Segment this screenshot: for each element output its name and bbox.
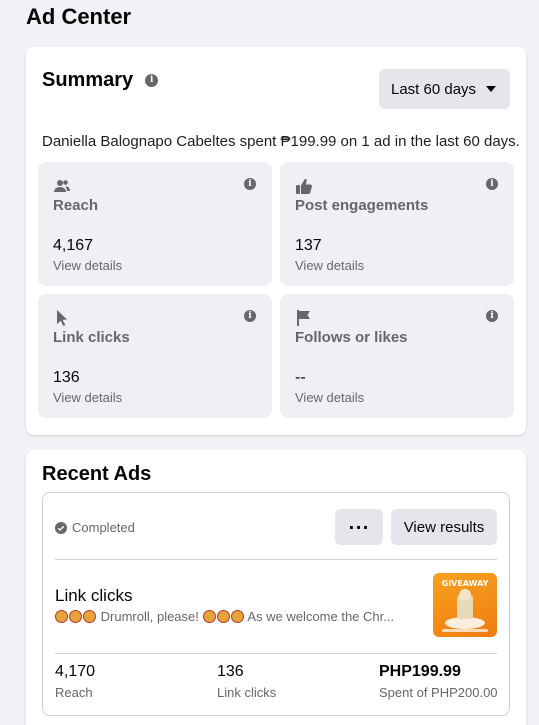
date-range-label: Last 60 days xyxy=(391,80,477,98)
tile-reach[interactable]: i Reach 4,167 View details xyxy=(38,162,272,286)
metric-value: 136 xyxy=(217,663,244,680)
summary-header: Summary i xyxy=(42,69,159,92)
summary-title: Summary xyxy=(42,69,134,91)
metric-label: Link clicks xyxy=(217,685,277,700)
page-title: Ad Center xyxy=(26,4,132,29)
status-label: Completed xyxy=(72,520,135,535)
metric-value: PHP199.99 xyxy=(379,663,461,680)
date-range-dropdown[interactable]: Last 60 days xyxy=(379,69,510,109)
ad-text-part: As we welcome the Chr... xyxy=(247,609,395,624)
metric-label: Spent of PHP200.00 xyxy=(379,685,498,700)
info-icon[interactable]: i xyxy=(145,74,159,87)
emoji-icon xyxy=(83,610,96,623)
tile-value: 137 xyxy=(295,237,322,254)
view-details-link[interactable]: View details xyxy=(295,258,364,273)
caret-down-icon xyxy=(486,86,496,92)
recent-ads-title: Recent Ads xyxy=(42,463,152,485)
info-icon[interactable]: i xyxy=(486,310,498,322)
tile-label: Link clicks xyxy=(53,329,130,346)
tile-label: Follows or likes xyxy=(295,329,408,346)
check-circle-icon xyxy=(55,521,67,534)
emoji-icon xyxy=(69,610,82,623)
tile-value: 4,167 xyxy=(53,237,94,254)
tile-value: 136 xyxy=(53,369,80,386)
tile-label: Reach xyxy=(53,197,99,214)
recent-ads-card: Recent Ads Completed ··· View results Li… xyxy=(26,450,526,725)
summary-card: Summary i Last 60 days Daniella Balognap… xyxy=(26,47,526,435)
cursor-icon xyxy=(57,310,67,326)
tile-value: -- xyxy=(295,369,306,386)
metric-value: 4,170 xyxy=(55,663,96,680)
thumbs-up-icon xyxy=(296,179,312,194)
info-icon[interactable]: i xyxy=(486,178,498,190)
tile-post-engagements[interactable]: i Post engagements 137 View details xyxy=(280,162,514,286)
metric-link-clicks: 136 Link clicks xyxy=(217,663,276,700)
divider xyxy=(55,559,497,560)
more-options-button[interactable]: ··· xyxy=(335,509,383,545)
emoji-icon xyxy=(230,610,244,623)
tile-link-clicks[interactable]: i Link clicks 136 View details xyxy=(38,294,272,418)
tile-follows-or-likes[interactable]: i Follows or likes -- View details xyxy=(280,294,514,418)
info-icon[interactable]: i xyxy=(244,178,256,190)
metric-spent: PHP199.99 Spent of PHP200.00 xyxy=(379,663,498,700)
tile-label: Post engagements xyxy=(295,197,429,214)
ad-text-part: Drumroll, please! xyxy=(100,609,199,624)
emoji-icon xyxy=(216,610,230,623)
info-icon[interactable]: i xyxy=(244,310,256,322)
emoji-icon xyxy=(202,610,216,623)
view-details-link[interactable]: View details xyxy=(53,390,122,405)
flag-icon xyxy=(297,310,310,326)
people-icon xyxy=(54,180,70,192)
status-badge: Completed xyxy=(55,520,135,535)
ad-objective: Link clicks xyxy=(55,586,133,605)
ad-text-preview: Drumroll, please! As we welcome the Chr.… xyxy=(55,609,405,624)
emoji-icon xyxy=(55,610,68,623)
ad-thumbnail[interactable]: GIVEAWAY xyxy=(433,573,497,637)
ad-item: Completed ··· View results Link clicks D… xyxy=(42,492,510,716)
view-details-link[interactable]: View details xyxy=(53,258,122,273)
view-details-link[interactable]: View details xyxy=(295,390,364,405)
metric-label: Reach xyxy=(55,685,93,700)
divider xyxy=(55,653,497,654)
view-results-button[interactable]: View results xyxy=(391,509,497,545)
spend-summary-text: Daniella Balognapo Cabeltes spent ₱199.9… xyxy=(42,133,520,150)
giveaway-image-icon xyxy=(442,589,488,632)
metric-reach: 4,170 Reach xyxy=(55,663,95,700)
